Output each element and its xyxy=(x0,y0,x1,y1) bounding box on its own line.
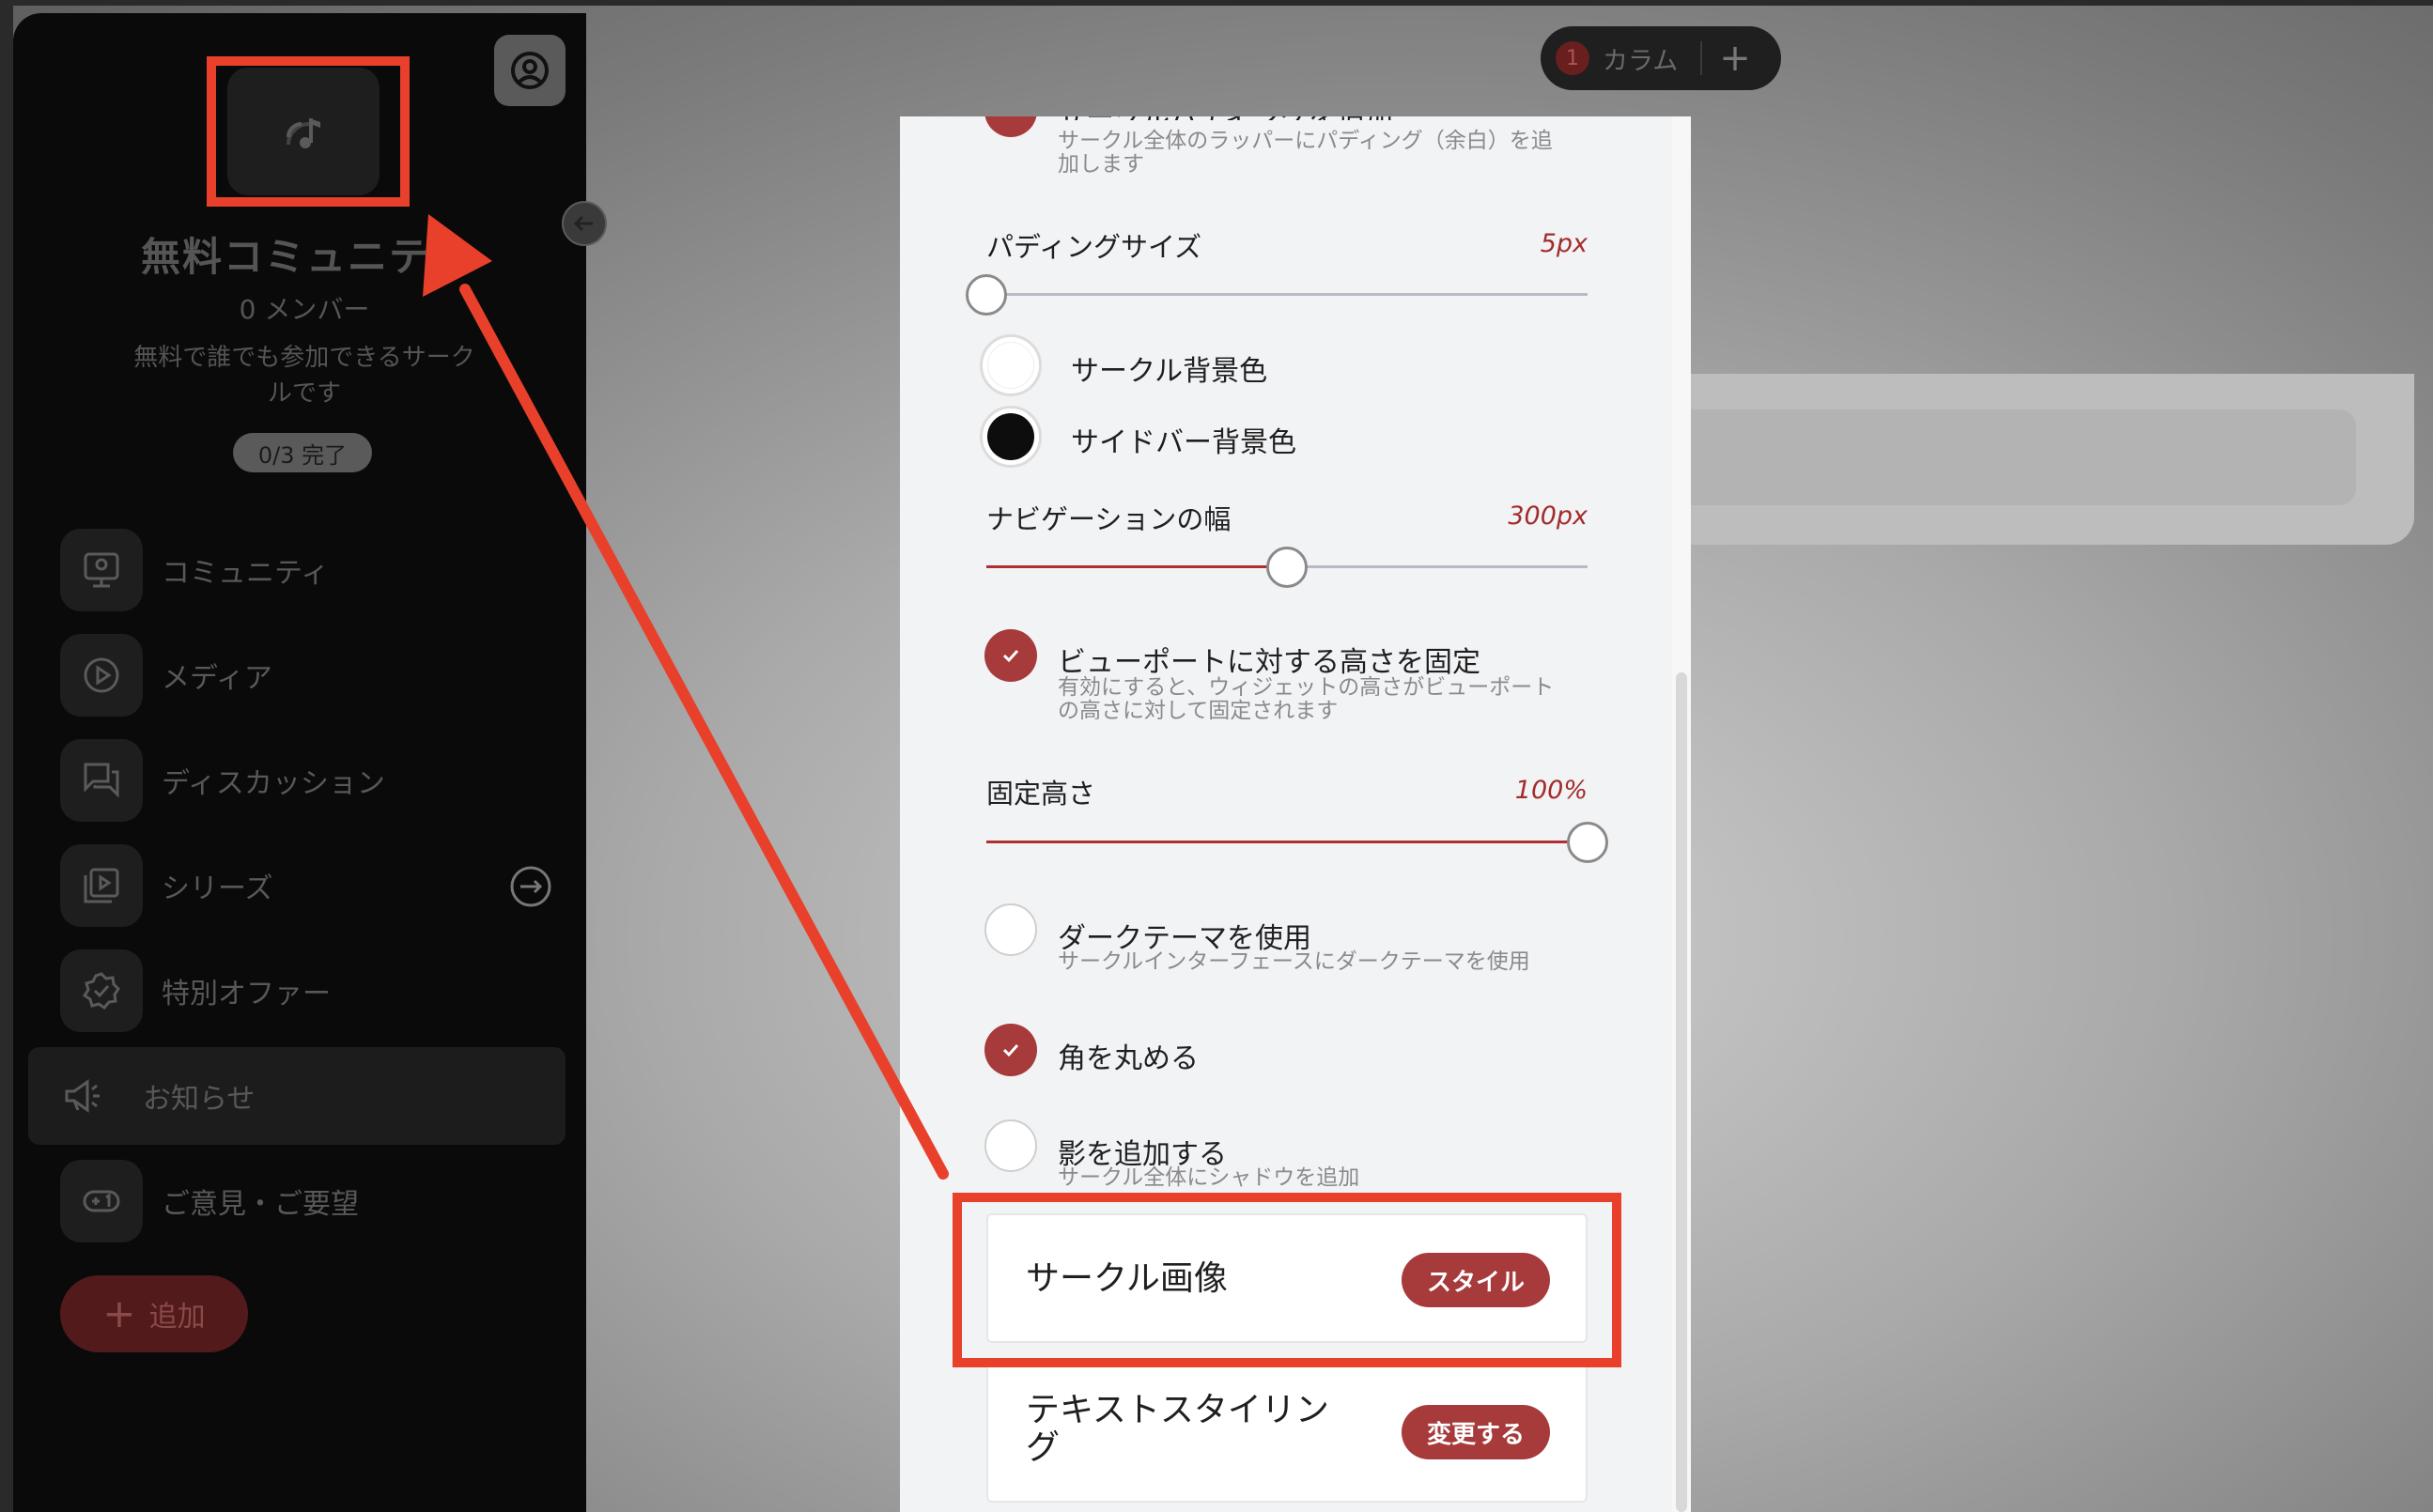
annotation-arrow xyxy=(423,214,949,1180)
